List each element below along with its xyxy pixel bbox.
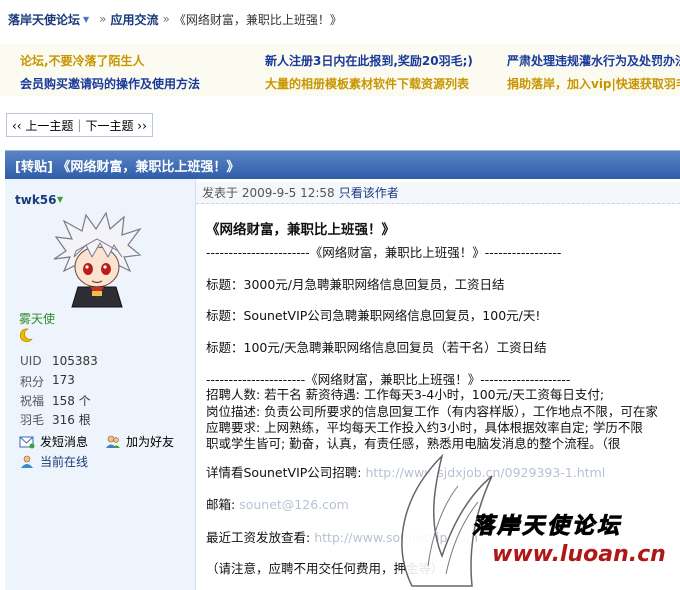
announcement-link[interactable]: 论坛,不要冷落了陌生人	[20, 52, 145, 69]
send-message-button[interactable]: 发短消息	[19, 433, 88, 450]
blurred-email: sounet@126.com	[239, 497, 349, 512]
breadcrumb-section-link[interactable]: 应用交流	[111, 11, 159, 28]
post-divider: -----------------------《网络财富，兼职比上班强！》---…	[206, 245, 562, 260]
stat-points: 积分 173	[20, 373, 75, 389]
user-online-icon	[21, 455, 33, 468]
online-status: 当前在线	[19, 453, 88, 470]
thread-title-bar: [转贴] 《网络财富，兼职比上班强！》	[5, 150, 680, 179]
author-name[interactable]: twk56	[15, 193, 57, 207]
post-timestamp: 发表于 2009-9-5 12:58	[202, 186, 335, 200]
announcement-link[interactable]: 大量的相册模板素材软件下载资源列表	[265, 75, 469, 92]
stat-feathers: 羽毛 316 根	[20, 413, 91, 427]
add-friend-button[interactable]: 加为好友	[105, 433, 174, 450]
chevron-down-icon[interactable]: ▼	[57, 195, 63, 204]
announcement-board: 论坛,不要冷落了陌生人 新人注册3日内在此报到,奖励20羽毛;) 严肃处理违规灌…	[0, 44, 680, 96]
announcement-link[interactable]: 会员购买邀请码的操作及使用方法	[20, 75, 200, 92]
post-line: 标题：SounetVIP公司急聘兼职网络信息回复员，100元/天!	[206, 308, 541, 323]
pager-divider: |	[77, 118, 82, 132]
next-thread-link[interactable]: 下一主题 ››	[85, 117, 146, 134]
breadcrumb: 落岸天使论坛 ▼ » 应用交流 » 《网络财富，兼职比上班强！》	[8, 9, 342, 29]
breadcrumb-separator: »	[99, 12, 107, 26]
post-line: 标题：3000元/月急聘兼职网络信息回复员，工资日结	[206, 277, 505, 292]
post-heading: 《网络财富，兼职比上班强！》	[206, 222, 395, 238]
post-line: 邮箱: sounet@126.com	[206, 497, 349, 512]
envelope-icon	[19, 436, 35, 448]
thread-title: [转贴] 《网络财富，兼职比上班强！》	[15, 159, 240, 175]
breadcrumb-separator: »	[162, 12, 170, 26]
author-sidebar: twk56 ▼ 雾天使 UID 105383 积分 173 祝福 158 个 羽…	[5, 179, 196, 590]
stat-blessings: 祝福 158 个	[20, 394, 91, 408]
breadcrumb-current: 《网络财富，兼职比上班强！》	[173, 12, 342, 27]
watermark-title: 落岸天使论坛	[471, 514, 623, 540]
stat-uid: UID 105383	[20, 354, 98, 368]
add-friend-icon	[106, 435, 120, 448]
thread-pager: ‹‹ 上一主题 | 下一主题 ››	[6, 113, 153, 137]
announcement-link[interactable]: 新人注册3日内在此报到,奖励20羽毛;)	[265, 52, 473, 69]
site-watermark: 落岸天使论坛 www.luoan.cn	[372, 446, 680, 590]
breadcrumb-forum-link[interactable]: 落岸天使论坛	[8, 11, 80, 28]
post-line: 标题：100元/天急聘兼职网络信息回复员（若干名）工资日结	[206, 340, 547, 355]
prev-thread-link[interactable]: ‹‹ 上一主题	[12, 117, 73, 134]
avatar[interactable]	[52, 211, 142, 311]
post-meta: 发表于 2009-9-5 12:58 只看该作者	[196, 182, 680, 204]
moon-icon	[19, 328, 33, 343]
watermark-url: www.luoan.cn	[492, 542, 666, 567]
announcement-link[interactable]: 捐助落岸，加入vip|快速获取羽毛	[507, 75, 680, 92]
user-rank: 雾天使	[19, 312, 56, 326]
announcement-link[interactable]: 严肃处理违规灌水行为及处罚办法	[507, 52, 680, 69]
only-author-link[interactable]: 只看该作者	[339, 184, 399, 201]
chevron-down-icon[interactable]: ▼	[83, 15, 89, 24]
